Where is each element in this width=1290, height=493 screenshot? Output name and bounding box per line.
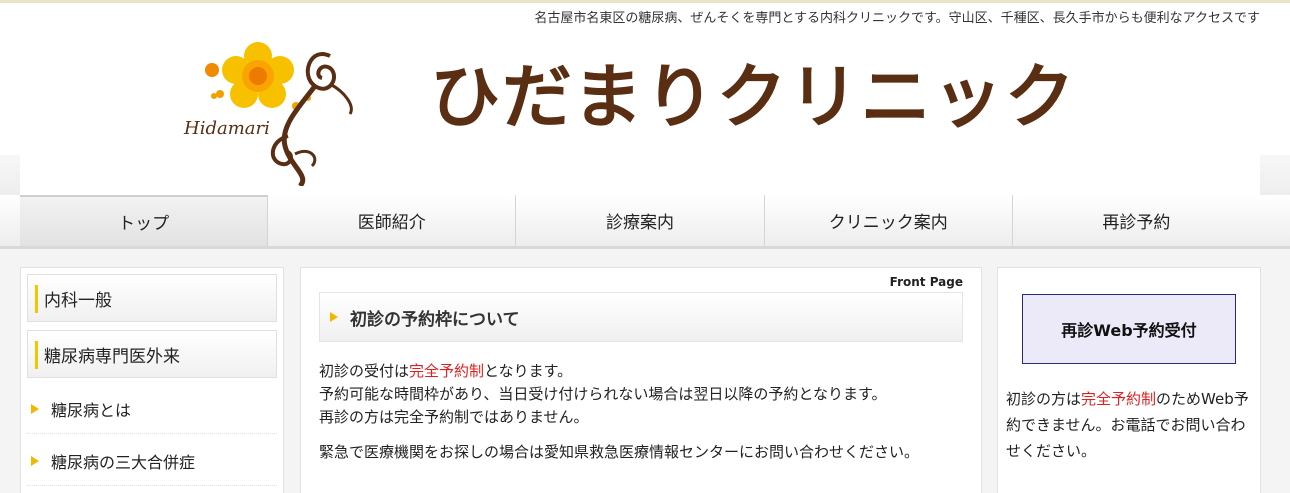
site-tagline: 名古屋市名東区の糖尿病、ぜんそくを専門とする内科クリニックです。守山区、千種区、… <box>534 11 1260 26</box>
notice-line-4: 緊急で医療機関をお探しの場合は愛知県救急医療情報センターにお問い合わせください。 <box>319 443 920 461</box>
nav-item-top[interactable]: トップ <box>20 195 269 246</box>
notice-line-1: 初診の受付は完全予約制となります。 <box>319 360 969 383</box>
main-content: Front Page 初診の予約枠について 初診の受付は完全予約制となります。 … <box>300 267 982 493</box>
notice-heading-text: 初診の予約枠について <box>350 309 520 330</box>
nav-item-doctor[interactable]: 医師紹介 <box>268 195 517 246</box>
clinic-logo[interactable]: Hidamari <box>180 36 365 188</box>
first-visit-note: 初診の方は完全予約制のためWeb予約できません。お電話でお問い合わせください。 <box>1006 386 1256 464</box>
sidebar-link-label: 糖尿病とは <box>51 400 132 420</box>
front-page-label: Front Page <box>889 275 963 289</box>
notice-heading: 初診の予約枠について <box>319 292 963 342</box>
nav-item-revisit-booking[interactable]: 再診予約 <box>1012 195 1261 246</box>
nav-edge-left <box>0 195 20 249</box>
full-reservation-highlight: 完全予約制 <box>1081 390 1157 408</box>
sidebar-category-label: 内科一般 <box>44 290 112 311</box>
notice-line-2: 予約可能な時間枠があり、当日受け付けられない場合は翌日以降の予約となります。 <box>319 385 887 403</box>
sidebar-link-label: 糖尿病の三大合併症 <box>51 452 196 472</box>
right-sidebar: 再診Web予約受付 初診の方は完全予約制のためWeb予約できません。お電話でお問… <box>997 267 1261 493</box>
nav-edge-right <box>1260 195 1290 249</box>
sidebar-category-diabetes[interactable]: 糖尿病専門医外来 <box>27 330 277 378</box>
sidebar-category-internal-medicine[interactable]: 内科一般 <box>27 274 277 322</box>
notice-line-3: 再診の方は完全予約制ではありません。 <box>319 408 589 426</box>
full-reservation-highlight: 完全予約制 <box>409 362 485 380</box>
sidebar-category-label: 糖尿病専門医外来 <box>44 346 180 367</box>
sidebar-link-complications[interactable]: 糖尿病の三大合併症 <box>27 436 277 486</box>
first-visit-note-start: 初診の方は <box>1006 390 1082 408</box>
site-title[interactable]: ひだまりクリニック <box>430 62 1077 132</box>
logo-text: Hidamari <box>184 118 270 139</box>
triangle-bullet-icon <box>31 455 39 466</box>
flower-logo-icon <box>205 42 353 188</box>
main-navigation: トップ 医師紹介 診療案内 クリニック案内 再診予約 <box>20 195 1261 249</box>
sidebar-link-about-diabetes[interactable]: 糖尿病とは <box>27 384 277 434</box>
notice-line-1-start: 初診の受付は <box>319 362 410 380</box>
notice-body: 初診の受付は完全予約制となります。 予約可能な時間枠があり、当日受け付けられない… <box>319 360 969 464</box>
left-sidebar: 内科一般 糖尿病専門医外来 糖尿病とは 糖尿病の三大合併症 <box>20 267 284 493</box>
triangle-bullet-icon <box>330 312 338 322</box>
web-revisit-booking-button[interactable]: 再診Web予約受付 <box>1022 294 1236 364</box>
nav-item-services[interactable]: 診療案内 <box>516 195 765 246</box>
nav-item-clinic[interactable]: クリニック案内 <box>764 195 1013 246</box>
notice-line-1-end: となります。 <box>484 362 573 380</box>
triangle-bullet-icon <box>31 403 39 414</box>
